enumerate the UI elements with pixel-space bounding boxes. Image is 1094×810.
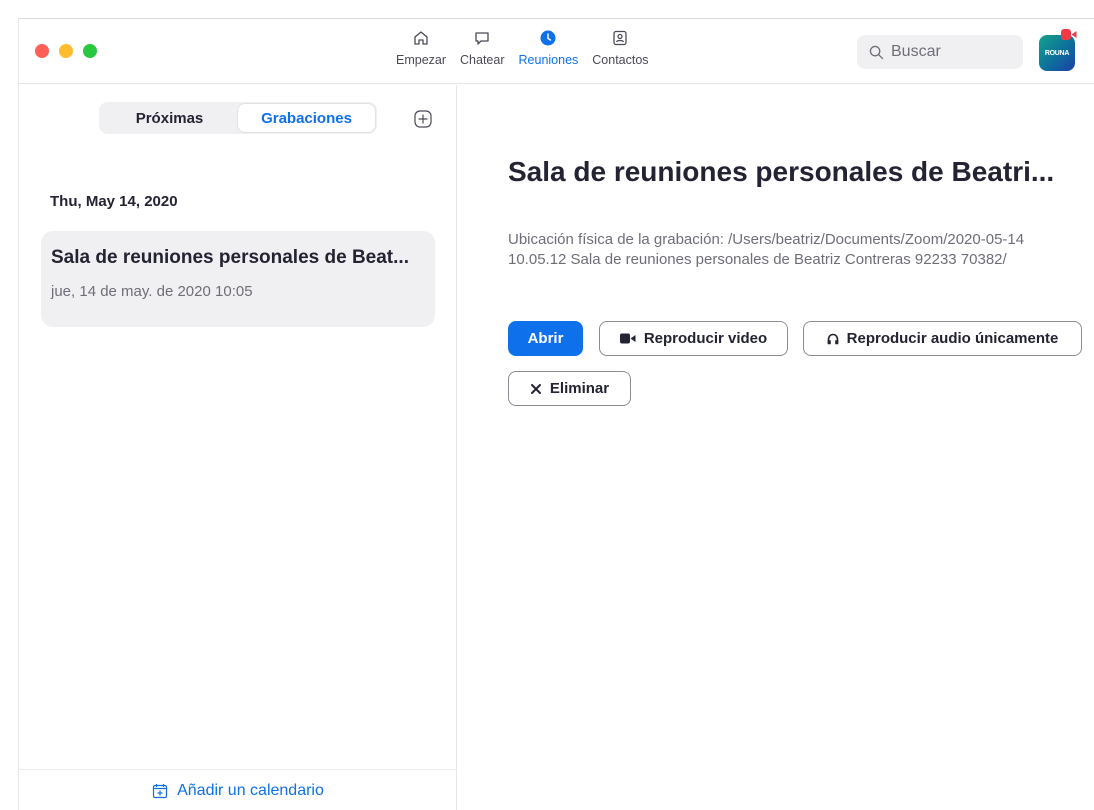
search-box[interactable] [857, 35, 1023, 69]
nav-label: Empezar [396, 53, 447, 67]
date-header: Thu, May 14, 2020 [50, 193, 178, 210]
add-meeting-icon[interactable] [414, 110, 432, 128]
add-calendar-button[interactable]: Añadir un calendario [19, 769, 457, 810]
search-icon [869, 45, 884, 59]
play-audio-label: Reproducir audio únicamente [846, 330, 1059, 347]
open-button-label: Abrir [527, 330, 564, 347]
delete-button[interactable]: Eliminar [508, 371, 631, 406]
add-calendar-label: Añadir un calendario [177, 781, 324, 799]
nav-label: Reuniones [518, 53, 579, 67]
nav-item-reuniones[interactable]: Reuniones [512, 29, 586, 77]
zoom-window-button[interactable] [83, 44, 97, 58]
nav-item-chatear[interactable]: Chatear [453, 29, 511, 77]
home-icon [414, 31, 428, 45]
tab-grabaciones[interactable]: Grabaciones [238, 104, 375, 132]
nav-item-empezar[interactable]: Empezar [389, 29, 453, 77]
page-title: Sala de reuniones personales de Beatri..… [508, 156, 1055, 187]
zoom-window: Empezar Chatear Reuniones Contactos Busc… [18, 18, 1094, 810]
recording-datetime: jue, 14 de may. de 2020 10:05 [51, 283, 253, 300]
clock-icon [540, 30, 556, 46]
meetings-segmented-control: Próximas Grabaciones [99, 102, 377, 134]
delete-label: Eliminar [549, 380, 610, 397]
nav-item-contactos[interactable]: Contactos [585, 29, 655, 77]
window-controls [35, 44, 97, 58]
play-audio-button[interactable]: Reproducir audio únicamente [803, 321, 1082, 356]
meetings-sidebar: Próximas Grabaciones Thu, May 14, 2020 S… [19, 85, 457, 810]
recording-location: Ubicación física de la grabación: /Users… [508, 231, 1025, 268]
avatar[interactable]: ROUNA [1039, 35, 1075, 71]
recording-list-item[interactable]: Sala de reuniones personales de Beat... … [41, 231, 435, 327]
play-video-label: Reproducir video [643, 330, 768, 347]
recording-title: Sala de reuniones personales de Beat... [51, 247, 409, 268]
main-nav: Empezar Chatear Reuniones Contactos [389, 29, 656, 77]
calendar-add-icon [153, 783, 168, 798]
nav-label: Contactos [592, 53, 649, 67]
open-button[interactable]: Abrir [508, 321, 583, 356]
close-icon [530, 383, 541, 394]
close-window-button[interactable] [35, 44, 49, 58]
headphones-icon [827, 333, 838, 344]
video-camera-icon [619, 333, 636, 344]
play-video-button[interactable]: Reproducir video [599, 321, 788, 356]
minimize-window-button[interactable] [59, 44, 73, 58]
recording-detail: Sala de reuniones personales de Beatri..… [458, 85, 1094, 810]
avatar-logo-text: ROUNA [1044, 49, 1070, 57]
chat-bubble-icon [475, 32, 489, 45]
recording-badge-icon [1061, 29, 1077, 40]
toolbar: Empezar Chatear Reuniones Contactos Busc… [19, 19, 1094, 84]
nav-label: Chatear [460, 53, 505, 67]
contact-card-icon [613, 30, 628, 46]
search-input[interactable] [891, 43, 1011, 61]
tab-proximas[interactable]: Próximas [101, 104, 238, 132]
